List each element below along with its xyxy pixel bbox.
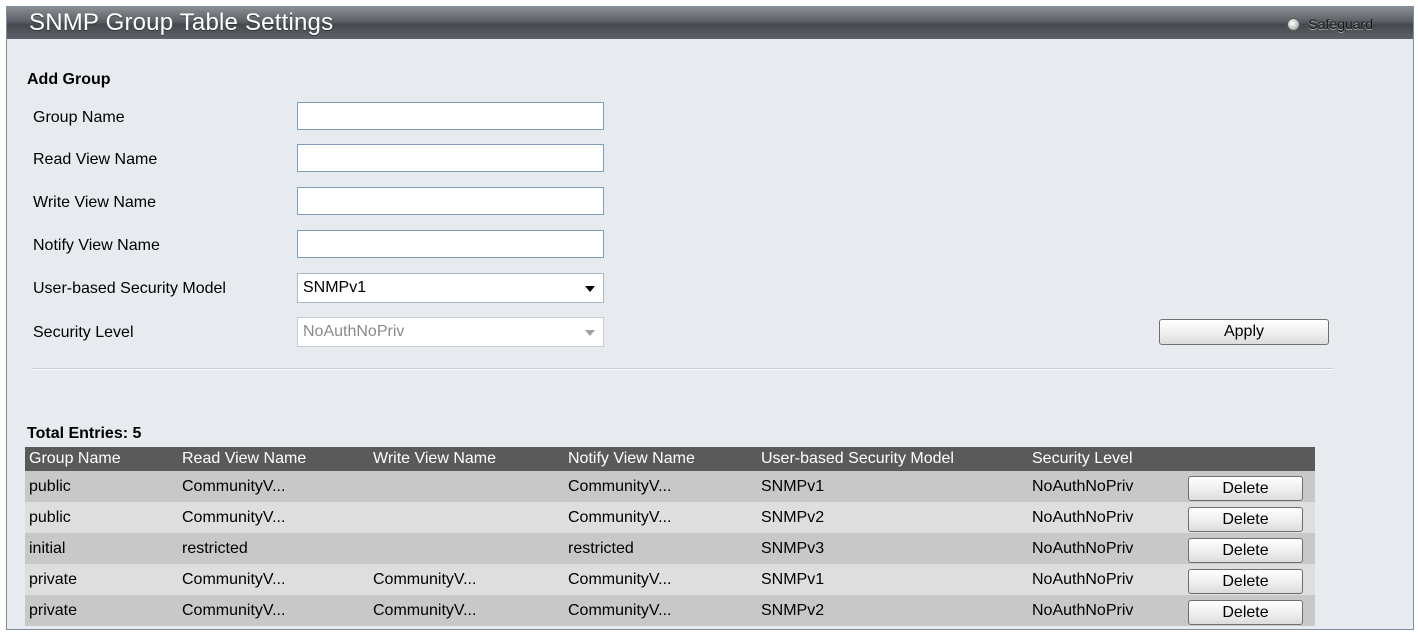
cell-action: Delete	[1184, 502, 1315, 533]
cell-group-name: public	[25, 502, 178, 533]
cell-write-view-name	[369, 533, 564, 564]
write-view-name-input[interactable]	[297, 187, 604, 215]
delete-button[interactable]: Delete	[1188, 507, 1303, 532]
delete-button[interactable]: Delete	[1188, 538, 1303, 563]
table-row: private CommunityV... CommunityV... Comm…	[25, 564, 1315, 595]
cell-security-model: SNMPv2	[757, 595, 1028, 626]
group-table: Group Name Read View Name Write View Nam…	[25, 447, 1315, 626]
cell-action: Delete	[1184, 533, 1315, 564]
cell-write-view-name	[369, 471, 564, 502]
cell-group-name: initial	[25, 533, 178, 564]
cell-read-view-name: CommunityV...	[178, 502, 369, 533]
apply-button[interactable]: Apply	[1159, 319, 1329, 345]
column-header-security-model: User-based Security Model	[757, 447, 1028, 471]
column-header-group-name: Group Name	[25, 447, 178, 471]
cell-security-level: NoAuthNoPriv	[1028, 471, 1184, 502]
cell-group-name: private	[25, 595, 178, 626]
cell-write-view-name	[369, 502, 564, 533]
delete-button[interactable]: Delete	[1188, 476, 1303, 501]
cell-security-model: SNMPv2	[757, 502, 1028, 533]
cell-notify-view-name: CommunityV...	[564, 471, 757, 502]
cell-security-model: SNMPv3	[757, 533, 1028, 564]
column-header-notify-view-name: Notify View Name	[564, 447, 757, 471]
security-model-label: User-based Security Model	[33, 280, 226, 297]
security-level-select: NoAuthNoPriv	[297, 317, 604, 347]
title-bar: SNMP Group Table Settings Safeguard	[7, 7, 1413, 39]
table-row: public CommunityV... CommunityV... SNMPv…	[25, 502, 1315, 533]
table-row: initial restricted restricted SNMPv3 NoA…	[25, 533, 1315, 564]
cell-write-view-name: CommunityV...	[369, 595, 564, 626]
group-name-label: Group Name	[33, 109, 125, 126]
safeguard-label: Safeguard	[1308, 16, 1373, 32]
safeguard-indicator: Safeguard	[1287, 16, 1373, 32]
cell-security-level: NoAuthNoPriv	[1028, 502, 1184, 533]
add-group-heading: Add Group	[27, 71, 111, 88]
notify-view-name-input[interactable]	[297, 230, 604, 258]
table-row: private CommunityV... CommunityV... Comm…	[25, 595, 1315, 626]
cell-action: Delete	[1184, 564, 1315, 595]
cell-security-level: NoAuthNoPriv	[1028, 564, 1184, 595]
column-header-action	[1184, 447, 1315, 471]
cell-read-view-name: restricted	[178, 533, 369, 564]
section-divider	[31, 368, 1334, 370]
column-header-write-view-name: Write View Name	[369, 447, 564, 471]
delete-button[interactable]: Delete	[1188, 569, 1303, 594]
table-row: public CommunityV... CommunityV... SNMPv…	[25, 471, 1315, 502]
cell-security-level: NoAuthNoPriv	[1028, 533, 1184, 564]
security-level-label: Security Level	[33, 324, 134, 341]
security-model-value: SNMPv1	[303, 279, 367, 296]
cell-security-level: NoAuthNoPriv	[1028, 595, 1184, 626]
group-name-input[interactable]	[297, 102, 604, 130]
column-header-security-level: Security Level	[1028, 447, 1184, 471]
cell-notify-view-name: CommunityV...	[564, 595, 757, 626]
cell-action: Delete	[1184, 471, 1315, 502]
snmp-group-panel: SNMP Group Table Settings Safeguard Add …	[6, 6, 1414, 630]
cell-read-view-name: CommunityV...	[178, 564, 369, 595]
cell-read-view-name: CommunityV...	[178, 471, 369, 502]
cell-security-model: SNMPv1	[757, 471, 1028, 502]
cell-write-view-name: CommunityV...	[369, 564, 564, 595]
cell-group-name: private	[25, 564, 178, 595]
cell-security-model: SNMPv1	[757, 564, 1028, 595]
total-entries: Total Entries: 5	[27, 425, 142, 442]
write-view-name-label: Write View Name	[33, 194, 156, 211]
delete-button[interactable]: Delete	[1188, 600, 1303, 625]
cell-notify-view-name: restricted	[564, 533, 757, 564]
cell-notify-view-name: CommunityV...	[564, 564, 757, 595]
cell-action: Delete	[1184, 595, 1315, 626]
read-view-name-label: Read View Name	[33, 151, 158, 168]
cell-group-name: public	[25, 471, 178, 502]
safeguard-status-icon	[1287, 17, 1301, 31]
cell-read-view-name: CommunityV...	[178, 595, 369, 626]
chevron-down-icon	[585, 330, 595, 336]
notify-view-name-label: Notify View Name	[33, 237, 160, 254]
page-title: SNMP Group Table Settings	[29, 9, 334, 36]
security-model-select[interactable]: SNMPv1	[297, 273, 604, 303]
chevron-down-icon	[585, 286, 595, 292]
table-header-row: Group Name Read View Name Write View Nam…	[25, 447, 1315, 471]
read-view-name-input[interactable]	[297, 144, 604, 172]
column-header-read-view-name: Read View Name	[178, 447, 369, 471]
security-level-value: NoAuthNoPriv	[303, 323, 405, 340]
cell-notify-view-name: CommunityV...	[564, 502, 757, 533]
